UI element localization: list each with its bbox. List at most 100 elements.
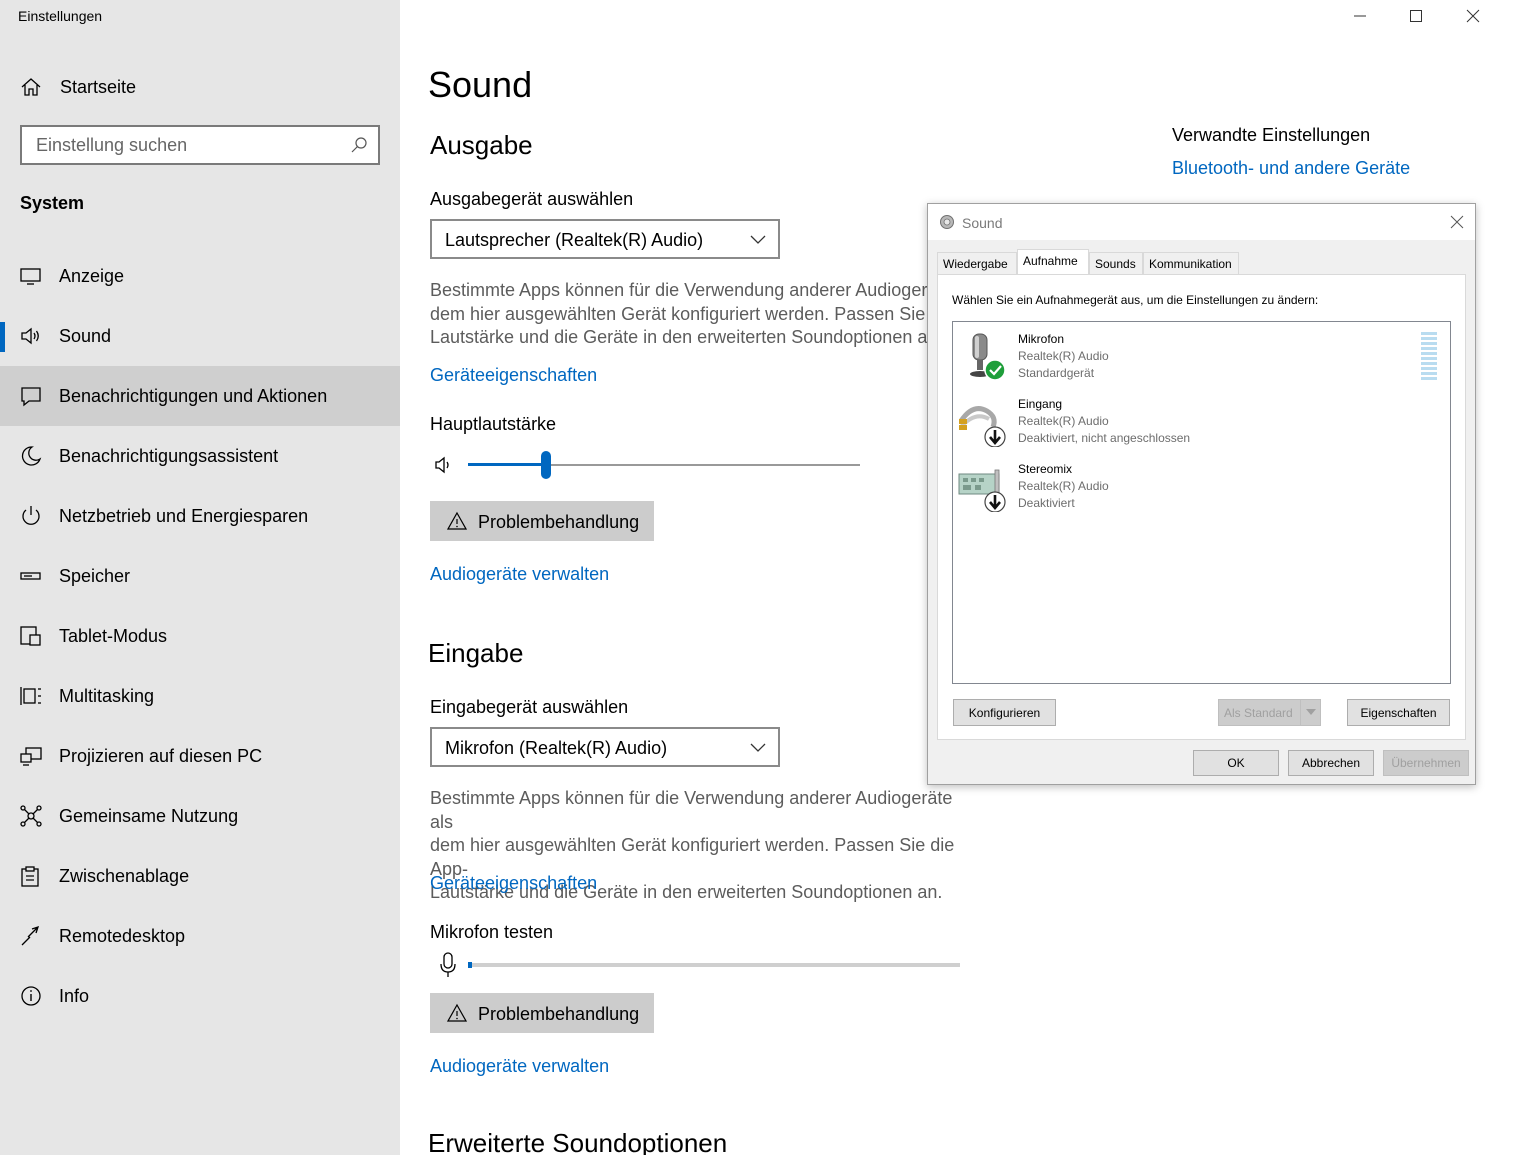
page-title: Sound	[428, 64, 533, 105]
sidebar-item-zwischenablage[interactable]: Zwischenablage	[0, 846, 400, 906]
speaker-icon[interactable]	[434, 455, 456, 475]
output-device-dropdown[interactable]: Lautsprecher (Realtek(R) Audio)	[430, 219, 780, 259]
microphone-icon	[970, 333, 1006, 381]
check-badge-icon	[984, 359, 1006, 381]
cable-icon	[958, 406, 1006, 447]
remote-icon	[21, 925, 40, 946]
mic-level-indicator	[468, 962, 472, 968]
sidebar-item-label: Multitasking	[59, 686, 155, 706]
chevron-down-icon	[750, 743, 766, 752]
volume-slider-thumb[interactable]	[541, 451, 552, 479]
soundcard-icon	[958, 469, 1006, 512]
output-troubleshoot-button[interactable]: Problembehandlung	[430, 501, 654, 541]
device-status: Deaktiviert, nicht angeschlossen	[1018, 431, 1191, 445]
selection-indicator	[0, 322, 5, 352]
storage-icon	[20, 572, 41, 580]
input-device-label: Eingabegerät auswählen	[430, 697, 629, 717]
tablet-icon	[20, 626, 41, 646]
input-device-dropdown[interactable]: Mikrofon (Realtek(R) Audio)	[430, 727, 780, 767]
dialog-titlebar[interactable]: Sound	[928, 204, 1475, 240]
search-icon[interactable]	[350, 136, 368, 154]
output-desc-line: Lautstärke und die Geräte in den erweite…	[430, 327, 943, 347]
tab-aufnahme[interactable]: Aufnahme	[1017, 249, 1089, 274]
input-troubleshoot-button[interactable]: Problembehandlung	[430, 993, 654, 1033]
notification-icon	[21, 387, 41, 407]
sidebar-item-tablet-modus[interactable]: Tablet-Modus	[0, 606, 400, 666]
output-desc-line: Bestimmte Apps können für die Verwendung…	[430, 280, 943, 300]
warning-icon	[447, 1003, 467, 1022]
search-box[interactable]	[20, 125, 380, 165]
input-device-value: Mikrofon (Realtek(R) Audio)	[445, 738, 668, 758]
output-properties-link[interactable]: Geräteeigenschaften	[430, 365, 597, 386]
tab-wiedergabe[interactable]: Wiedergabe	[937, 252, 1017, 274]
display-icon	[20, 268, 41, 285]
close-icon[interactable]	[1449, 214, 1465, 230]
bluetooth-link[interactable]: Bluetooth- und andere Geräte	[1172, 158, 1410, 179]
speaker-icon	[21, 327, 39, 345]
mic-level-meter	[468, 963, 960, 967]
sidebar-item-sound[interactable]: Sound	[0, 306, 400, 366]
sidebar-item-info[interactable]: Info	[0, 966, 400, 1026]
device-name: Eingang	[1018, 397, 1063, 411]
microphone-icon	[440, 952, 456, 977]
sidebar-item-netzbetrieb[interactable]: Netzbetrieb und Energiesparen	[0, 486, 400, 546]
troubleshoot-label: Problembehandlung	[478, 512, 640, 532]
sidebar-item-benachrichtigungen[interactable]: Benachrichtigungen und Aktionen	[0, 366, 400, 426]
moon-icon	[21, 446, 42, 466]
device-driver: Realtek(R) Audio	[1018, 349, 1109, 363]
sidebar-item-label: Gemeinsame Nutzung	[59, 806, 239, 826]
sidebar-item-label: Benachrichtigungen und Aktionen	[59, 386, 328, 406]
sidebar-item-label: Projizieren auf diesen PC	[59, 746, 263, 766]
sidebar-item-multitasking[interactable]: Multitasking	[0, 666, 400, 726]
chevron-down-icon	[750, 235, 766, 244]
set-default-label: Als Standard	[1224, 706, 1293, 720]
multitasking-icon	[20, 687, 41, 705]
list-item[interactable]: Stereomix Realtek(R) Audio Deaktiviert	[953, 452, 1450, 516]
sidebar-item-speicher[interactable]: Speicher	[0, 546, 400, 606]
list-item[interactable]: Mikrofon Realtek(R) Audio Standardgerät	[953, 322, 1450, 386]
app-title: Einstellungen	[18, 8, 103, 24]
search-input[interactable]	[36, 135, 336, 155]
sidebar-item-benachrichtigungsassistent[interactable]: Benachrichtigungsassistent	[0, 426, 400, 486]
sound-dialog: Sound Wiedergabe Aufnahme Sounds Kommuni…	[927, 203, 1476, 785]
sidebar-item-label: Info	[59, 986, 90, 1006]
output-manage-link[interactable]: Audiogeräte verwalten	[430, 564, 609, 585]
sidebar-item-label: Zwischenablage	[59, 866, 190, 886]
sidebar-section-title: System	[20, 193, 85, 213]
dialog-title: Sound	[962, 215, 1003, 231]
properties-button[interactable]: Eigenschaften	[1347, 699, 1450, 726]
input-properties-link[interactable]: Geräteeigenschaften	[430, 873, 597, 894]
sidebar-item-anzeige[interactable]: Anzeige	[0, 246, 400, 306]
sidebar-item-gemeinsame-nutzung[interactable]: Gemeinsame Nutzung	[0, 786, 400, 846]
tab-kommunikation[interactable]: Kommunikation	[1143, 252, 1239, 274]
set-default-button[interactable]: Als Standard	[1218, 699, 1321, 726]
warning-icon	[447, 511, 467, 530]
ok-button[interactable]: OK	[1193, 750, 1279, 776]
tab-sounds[interactable]: Sounds	[1089, 252, 1143, 274]
troubleshoot-label: Problembehandlung	[478, 1004, 640, 1024]
configure-button[interactable]: Konfigurieren	[953, 699, 1056, 726]
advanced-heading: Erweiterte Soundoptionen	[428, 1128, 728, 1155]
dialog-instruction: Wählen Sie ein Aufnahmegerät aus, um die…	[952, 293, 1319, 307]
clipboard-icon	[21, 866, 39, 887]
apply-button[interactable]: Übernehmen	[1383, 750, 1469, 776]
list-item[interactable]: Eingang Realtek(R) Audio Deaktiviert, ni…	[953, 387, 1450, 451]
sidebar-item-remotedesktop[interactable]: Remotedesktop	[0, 906, 400, 966]
set-default-dropdown[interactable]	[1300, 700, 1320, 725]
output-device-label: Ausgabegerät auswählen	[430, 189, 634, 209]
device-name: Mikrofon	[1018, 332, 1065, 346]
project-icon	[20, 747, 42, 766]
sidebar-item-label: Speicher	[59, 566, 131, 586]
related-settings-title: Verwandte Einstellungen	[1172, 125, 1371, 145]
input-manage-link[interactable]: Audiogeräte verwalten	[430, 1056, 609, 1077]
sidebar-item-projizieren[interactable]: Projizieren auf diesen PC	[0, 726, 400, 786]
sidebar-home[interactable]: Startseite	[0, 66, 400, 110]
device-status: Deaktiviert	[1018, 496, 1075, 510]
dropdown-arrow-icon	[1306, 709, 1316, 715]
home-icon	[21, 78, 41, 96]
sidebar-item-label: Remotedesktop	[59, 926, 186, 946]
recording-device-list[interactable]: Mikrofon Realtek(R) Audio Standardgerät …	[952, 321, 1451, 684]
sidebar-item-label: Netzbetrieb und Energiesparen	[59, 506, 309, 526]
output-device-value: Lautsprecher (Realtek(R) Audio)	[445, 230, 704, 250]
cancel-button[interactable]: Abbrechen	[1288, 750, 1374, 776]
